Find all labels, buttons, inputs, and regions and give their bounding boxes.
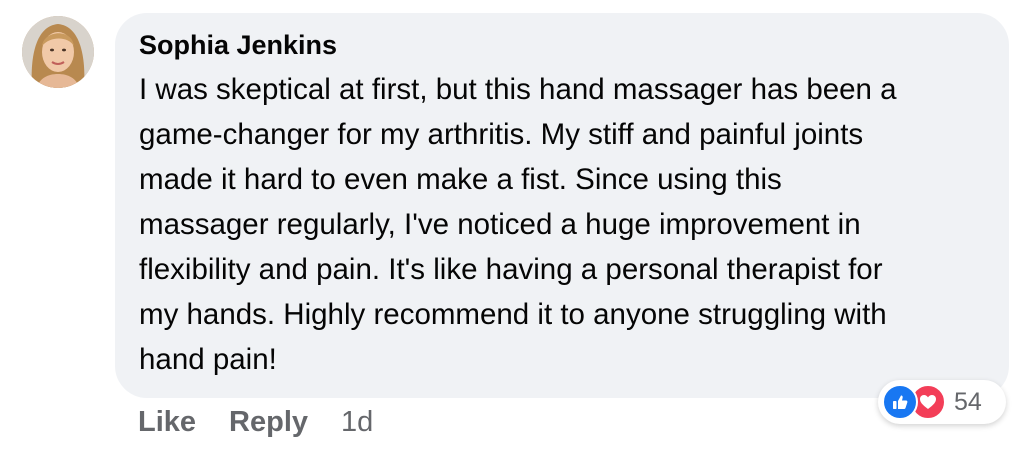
like-button[interactable]: Like xyxy=(138,406,196,439)
comment-text-line: made it hard to even make a fist. Since … xyxy=(139,163,782,196)
comment-text-line: game-changer for my arthritis. My stiff … xyxy=(139,118,864,151)
avatar[interactable] xyxy=(22,16,94,88)
comment-text-line: massager regularly, I've noticed a huge … xyxy=(139,208,861,241)
avatar-photo xyxy=(22,16,94,88)
comment-bubble: Sophia Jenkins I was skeptical at first,… xyxy=(115,13,1009,398)
reactions-summary[interactable]: 54 xyxy=(878,380,1006,424)
reaction-count: 54 xyxy=(954,387,982,416)
reply-button[interactable]: Reply xyxy=(229,406,308,439)
comment-text-line: I was skeptical at first, but this hand … xyxy=(139,73,897,106)
like-icon xyxy=(882,384,918,420)
comment: Sophia Jenkins I was skeptical at first,… xyxy=(0,0,1024,455)
comment-actions: Like Reply 1d xyxy=(138,402,373,442)
comment-timestamp[interactable]: 1d xyxy=(341,406,373,439)
comment-author[interactable]: Sophia Jenkins xyxy=(139,27,985,63)
comment-text-line: flexibility and pain. It's like having a… xyxy=(139,253,883,286)
comment-text-line: my hands. Highly recommend it to anyone … xyxy=(139,298,887,331)
comment-text-line: hand pain! xyxy=(139,343,277,376)
comment-text: I was skeptical at first, but this hand … xyxy=(139,67,985,382)
